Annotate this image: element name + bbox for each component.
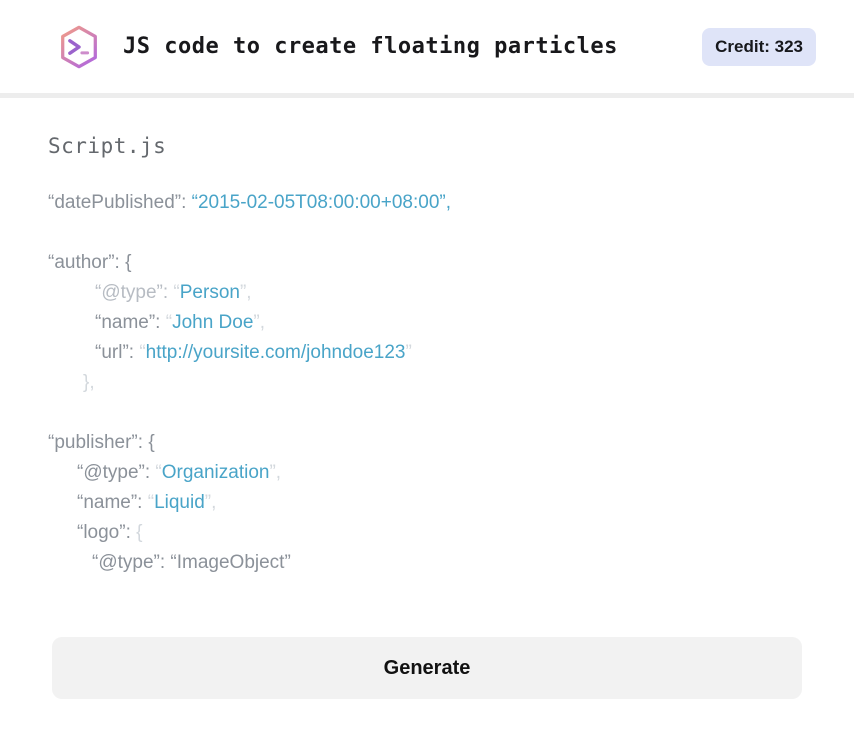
code-token-faint: ”, <box>253 312 266 333</box>
code-token-key: “datePublished”: <box>48 192 192 213</box>
code-token-value: John Doe <box>172 312 254 333</box>
code-token-key: “name”: <box>77 492 148 513</box>
code-token-value: Organization <box>161 462 270 483</box>
code-token-key: “url”: <box>95 342 140 363</box>
code-token-key: “@type”: <box>77 462 156 483</box>
code-token-key: “author”: { <box>48 252 132 273</box>
code-line: “@type”: “ImageObject” <box>48 548 806 578</box>
code-token-faint: ”, <box>204 492 217 513</box>
code-token-value: Liquid <box>154 492 205 513</box>
code-token-faint: ” <box>405 342 412 363</box>
code-line: “publisher”: { <box>48 428 806 458</box>
script-filename-heading: Script.js <box>48 134 167 158</box>
code-token-value: Person <box>179 282 240 303</box>
footer: Generate <box>0 637 854 699</box>
code-line: “@type”: “Organization”, <box>48 458 806 488</box>
main-content: Script.js “datePublished”: “2015-02-05T0… <box>0 134 854 578</box>
code-line: “url”: “http://yoursite.com/johndoe123” <box>48 338 806 368</box>
prompt-underscore-icon <box>80 50 90 54</box>
code-line: “logo”: { <box>48 518 806 548</box>
code-line: “author”: { <box>48 248 806 278</box>
code-token-faint: ”, <box>269 462 282 483</box>
code-block: “datePublished”: “2015-02-05T08:00:00+08… <box>48 188 806 578</box>
code-line: “name”: “Liquid”, <box>48 488 806 518</box>
page-title: JS code to create floating particles <box>123 34 618 59</box>
code-line: }, <box>48 368 806 398</box>
code-token-faint: { <box>136 522 143 543</box>
code-token-value: “2015-02-05T08:00:00+08:00”, <box>191 192 451 213</box>
credit-badge: Credit: 323 <box>702 27 816 66</box>
app-logo-terminal-hexagon-icon <box>61 25 97 68</box>
code-token-faint: ”, <box>239 282 252 303</box>
app-header: JS code to create floating particles Cre… <box>0 0 854 93</box>
generate-button[interactable]: Generate <box>52 637 802 699</box>
code-token-key: “name”: <box>95 312 166 333</box>
code-line: “name”: “John Doe”, <box>48 308 806 338</box>
code-line: “@type”: “Person”, <box>48 278 806 308</box>
code-token-key-light: “@type”: <box>95 282 174 303</box>
prompt-chevron-icon <box>68 38 81 55</box>
code-token-key: “@type”: “ImageObject” <box>92 552 291 573</box>
header-divider <box>0 93 854 98</box>
code-token-faint: }, <box>83 372 95 393</box>
code-token-key: “logo”: <box>77 522 137 543</box>
code-token-value: http://yoursite.com/johndoe123 <box>145 342 406 363</box>
code-token-key: “publisher”: { <box>48 432 155 453</box>
code-line: “datePublished”: “2015-02-05T08:00:00+08… <box>48 188 806 218</box>
